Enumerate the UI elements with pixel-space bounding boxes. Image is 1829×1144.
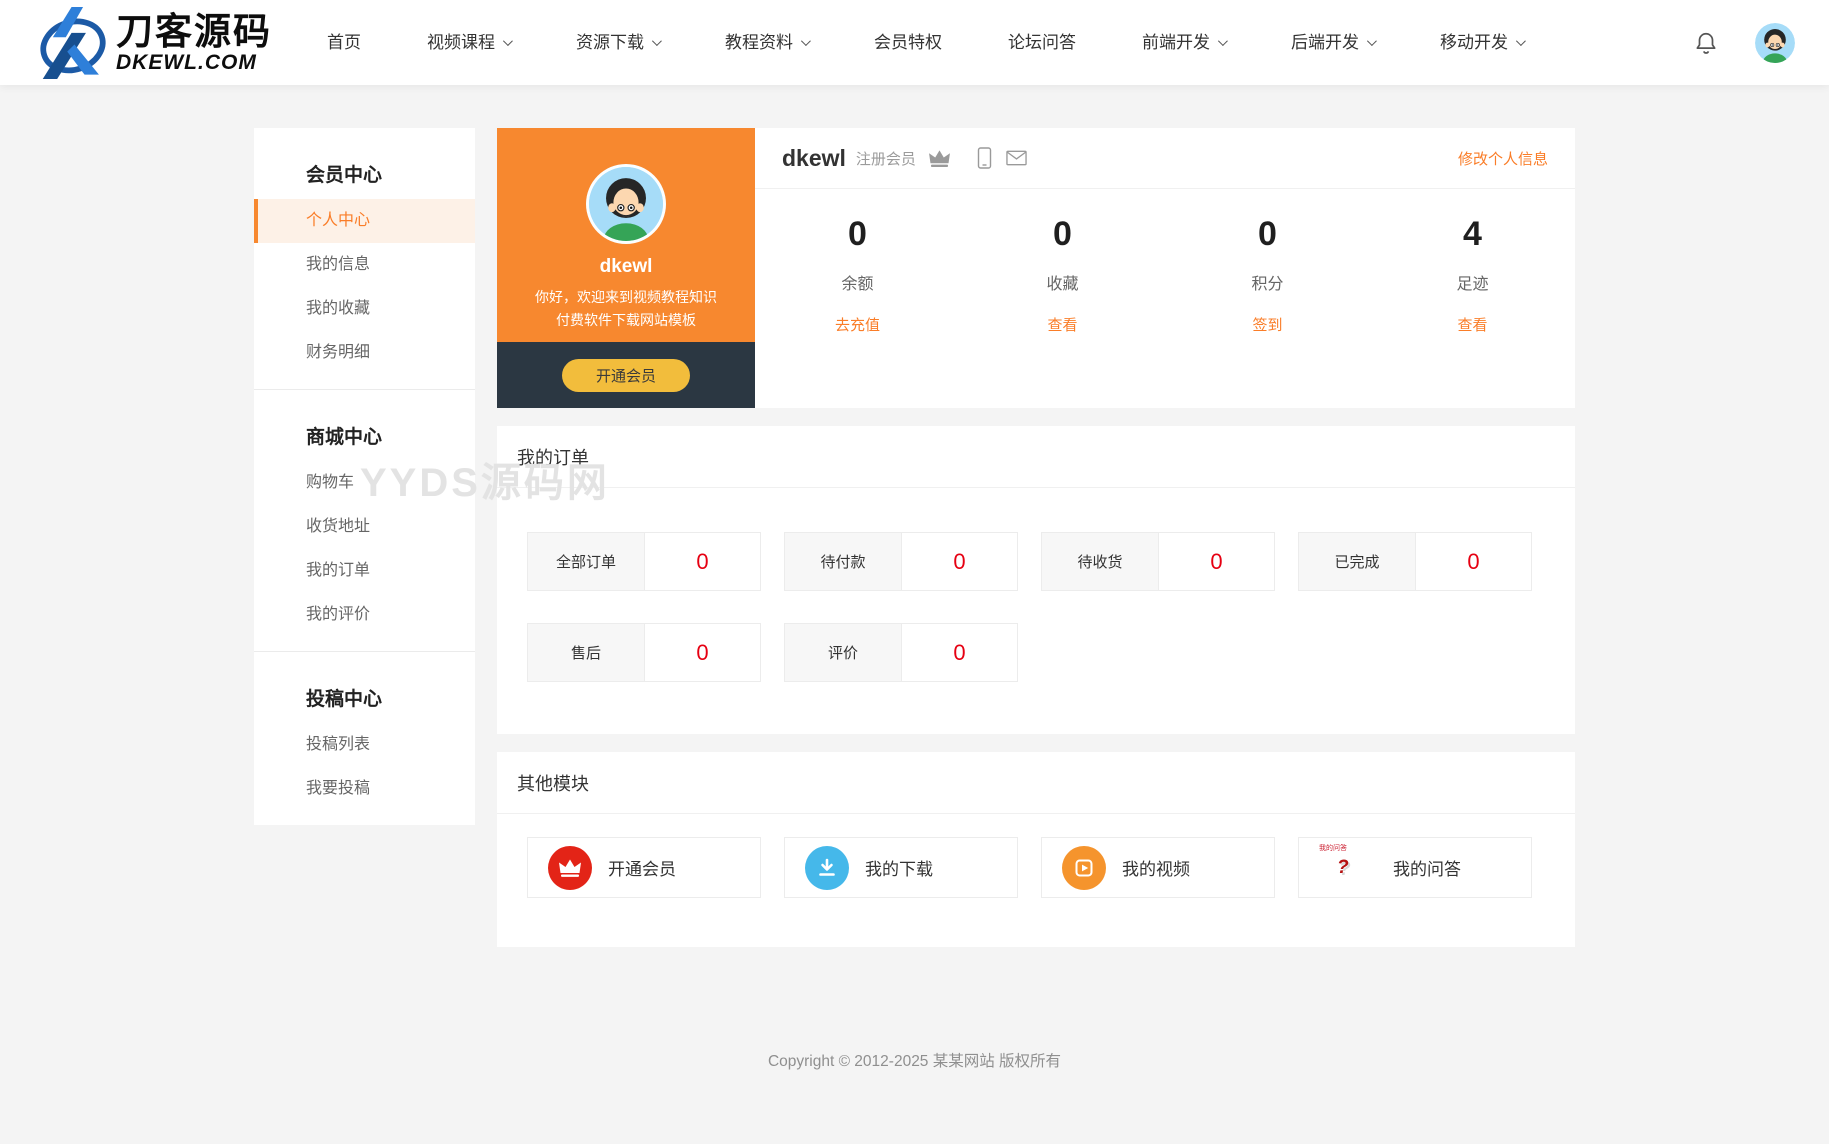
site-logo[interactable]: 刀客源码 DKEWL.COM [34, 7, 272, 79]
module-my-videos[interactable]: 我的视频 [1041, 837, 1275, 898]
chevron-down-icon [503, 36, 513, 46]
profile-header: dkewl 注册会员 修改个人信息 [755, 128, 1575, 189]
module-my-qa[interactable]: 我的问答 ? 我的问答 [1298, 837, 1532, 898]
sidebar-section-mall: 商城中心 购物车 收货地址 我的订单 我的评价 [254, 389, 475, 651]
sidebar-item-my-favorites[interactable]: 我的收藏 [254, 287, 475, 331]
order-item-pending-payment[interactable]: 待付款 0 [784, 532, 1018, 591]
logo-subtitle: DKEWL.COM [116, 52, 272, 73]
sidebar-item-submission-list[interactable]: 投稿列表 [254, 723, 475, 767]
profile-stats: 0 余额 去充值 0 收藏 查看 0 积分 签到 4 [755, 189, 1575, 408]
nav-item-frontend-dev[interactable]: 前端开发 [1109, 0, 1258, 85]
stat-balance: 0 余额 去充值 [755, 215, 960, 408]
view-footprints-link[interactable]: 查看 [1370, 314, 1575, 335]
order-item-all[interactable]: 全部订单 0 [527, 532, 761, 591]
stat-footprints-label: 足迹 [1370, 270, 1575, 294]
email-bind-icon[interactable] [1006, 150, 1027, 166]
user-avatar[interactable] [1755, 23, 1795, 63]
nav-item-resource-downloads[interactable]: 资源下载 [543, 0, 692, 85]
stat-points-label: 积分 [1165, 270, 1370, 294]
stat-favorites-label: 收藏 [960, 270, 1165, 294]
nav-item-forum-qa[interactable]: 论坛问答 [975, 0, 1109, 85]
stat-footprints-value: 4 [1370, 215, 1575, 254]
user-card-footer: 开通会员 [497, 342, 755, 408]
order-item-review[interactable]: 评价 0 [784, 623, 1018, 682]
module-my-downloads[interactable]: 我的下载 [784, 837, 1018, 898]
order-item-pending-receipt[interactable]: 待收货 0 [1041, 532, 1275, 591]
order-item-after-sale[interactable]: 售后 0 [527, 623, 761, 682]
stat-points-value: 0 [1165, 215, 1370, 254]
edit-profile-link[interactable]: 修改个人信息 [1458, 148, 1548, 169]
main-nav: 首页 视频课程 资源下载 教程资料 会员特权 论坛问答 前端开发 后端开发 移动… [294, 0, 1556, 85]
nav-item-mobile-dev[interactable]: 移动开发 [1407, 0, 1556, 85]
profile-username: dkewl [782, 145, 846, 172]
logo-title: 刀客源码 [116, 13, 272, 50]
nav-item-member-privileges[interactable]: 会员特权 [841, 0, 975, 85]
footer-copyright: Copyright © 2012-2025 某某网站 版权所有 [0, 947, 1829, 1071]
crown-icon [548, 846, 592, 890]
stat-favorites: 0 收藏 查看 [960, 215, 1165, 408]
logo-icon [34, 7, 112, 79]
open-membership-button[interactable]: 开通会员 [562, 359, 690, 392]
chevron-down-icon [1516, 36, 1526, 46]
sidebar-item-personal-center[interactable]: 个人中心 [254, 199, 475, 243]
profile-panel: dkewl 你好，欢迎来到视频教程知识 付费软件下载网站模板 开通会员 dkew… [497, 128, 1575, 408]
stat-favorites-value: 0 [960, 215, 1165, 254]
modules-grid: 开通会员 我的下载 [497, 814, 1575, 947]
user-card: dkewl 你好，欢迎来到视频教程知识 付费软件下载网站模板 开通会员 [497, 128, 755, 408]
member-sidebar: 会员中心 个人中心 我的信息 我的收藏 财务明细 商城中心 购物车 收货地址 我… [254, 128, 475, 825]
nav-item-video-courses[interactable]: 视频课程 [394, 0, 543, 85]
orders-grid: 全部订单 0 待付款 0 待收货 0 已完成 0 售后 0 [497, 488, 1575, 734]
orders-title: 我的订单 [497, 426, 1575, 488]
member-role-label: 注册会员 [856, 148, 916, 169]
user-card-name: dkewl [600, 256, 653, 278]
chevron-down-icon [1218, 36, 1228, 46]
sidebar-item-shipping-address[interactable]: 收货地址 [254, 505, 475, 549]
top-navbar: 刀客源码 DKEWL.COM 首页 视频课程 资源下载 教程资料 会员特权 论坛… [0, 0, 1829, 85]
sidebar-section-submission: 投稿中心 投稿列表 我要投稿 [254, 651, 475, 825]
stat-footprints: 4 足迹 查看 [1370, 215, 1575, 408]
chevron-down-icon [801, 36, 811, 46]
chevron-down-icon [652, 36, 662, 46]
nav-item-tutorials[interactable]: 教程资料 [692, 0, 841, 85]
phone-bind-icon[interactable] [977, 147, 992, 169]
stat-balance-label: 余额 [755, 270, 960, 294]
module-open-membership[interactable]: 开通会员 [527, 837, 761, 898]
sidebar-heading-mall-center: 商城中心 [254, 408, 475, 461]
sidebar-item-my-info[interactable]: 我的信息 [254, 243, 475, 287]
view-favorites-link[interactable]: 查看 [960, 314, 1165, 335]
sidebar-heading-submission-center: 投稿中心 [254, 670, 475, 723]
sign-in-link[interactable]: 签到 [1165, 314, 1370, 335]
sidebar-section-member: 会员中心 个人中心 我的信息 我的收藏 财务明细 [254, 128, 475, 389]
chevron-down-icon [1367, 36, 1377, 46]
order-item-completed[interactable]: 已完成 0 [1298, 532, 1532, 591]
member-crown-icon [928, 149, 951, 168]
nav-item-home[interactable]: 首页 [294, 0, 394, 85]
sidebar-item-my-reviews[interactable]: 我的评价 [254, 593, 475, 637]
sidebar-item-cart[interactable]: 购物车 [254, 461, 475, 505]
broken-image-icon: 我的问答 ? [1319, 844, 1377, 892]
sidebar-heading-member-center: 会员中心 [254, 146, 475, 199]
user-card-welcome: 你好，欢迎来到视频教程知识 付费软件下载网站模板 [513, 286, 739, 332]
download-icon [805, 846, 849, 890]
sidebar-item-my-orders[interactable]: 我的订单 [254, 549, 475, 593]
nav-item-backend-dev[interactable]: 后端开发 [1258, 0, 1407, 85]
stat-points: 0 积分 签到 [1165, 215, 1370, 408]
sidebar-item-submit-post[interactable]: 我要投稿 [254, 767, 475, 811]
other-modules-panel: 其他模块 开通会员 我的下载 [497, 752, 1575, 947]
notification-bell-icon[interactable] [1693, 30, 1719, 56]
user-card-avatar [586, 164, 666, 244]
video-play-icon [1062, 846, 1106, 890]
stat-balance-value: 0 [755, 215, 960, 254]
sidebar-item-finance-details[interactable]: 财务明细 [254, 331, 475, 375]
recharge-link[interactable]: 去充值 [755, 314, 960, 335]
my-orders-panel: 我的订单 全部订单 0 待付款 0 待收货 0 已完成 0 [497, 426, 1575, 734]
modules-title: 其他模块 [497, 752, 1575, 814]
